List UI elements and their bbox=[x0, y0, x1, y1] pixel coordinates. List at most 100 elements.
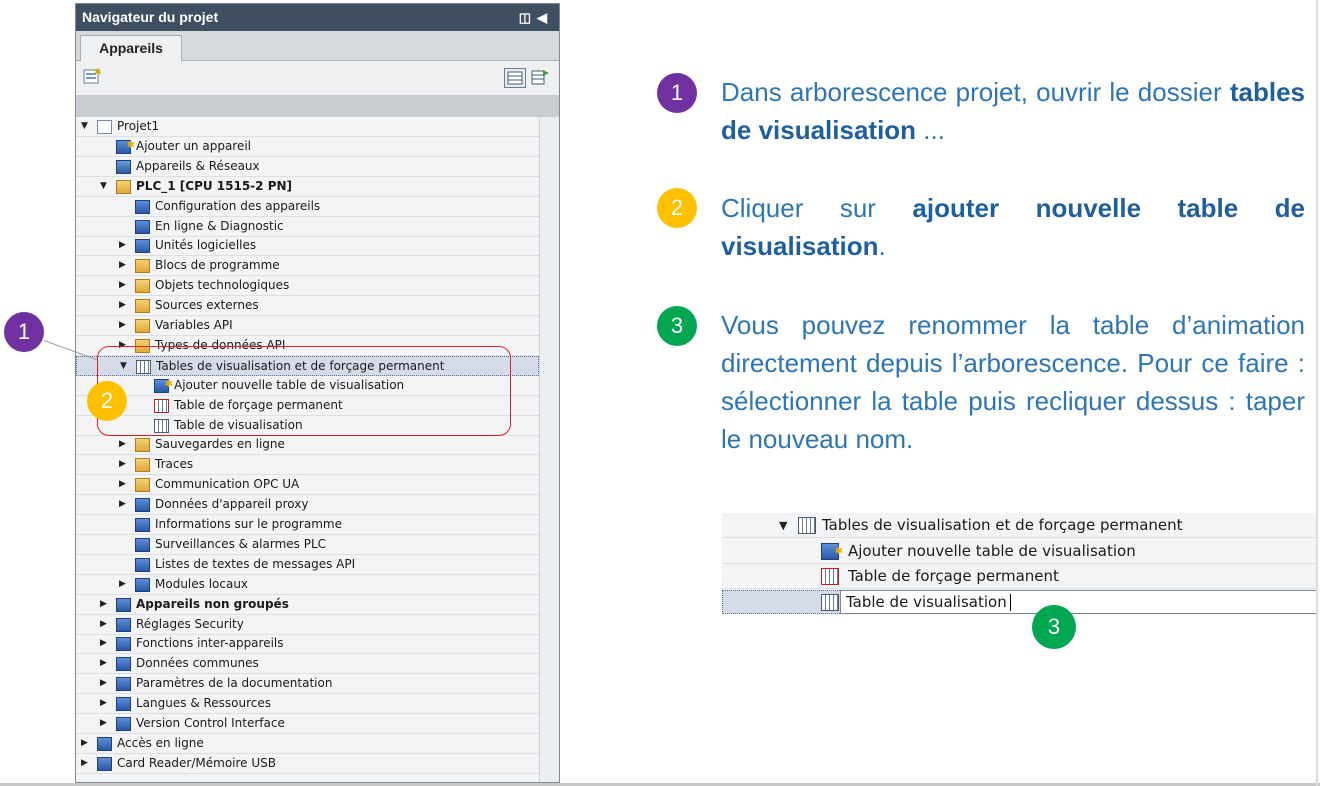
tree-item-label: Listes de textes de messages API bbox=[155, 556, 356, 571]
device-config-icon bbox=[135, 199, 150, 214]
expand-arrow-icon[interactable]: ▶ bbox=[100, 674, 110, 693]
tree-item-label: Sources externes bbox=[155, 298, 259, 313]
folder-icon bbox=[135, 319, 150, 333]
tree-item[interactable]: ▶ Fonctions inter-appareils bbox=[76, 634, 539, 655]
tree-item[interactable]: En ligne & Diagnostic bbox=[76, 217, 539, 237]
step-1-end: ... bbox=[916, 115, 945, 145]
expand-arrow-icon[interactable]: ▼ bbox=[779, 513, 789, 538]
navigator-toolbar: ✱ bbox=[76, 61, 559, 95]
expand-arrow-icon[interactable]: ▶ bbox=[119, 276, 129, 295]
navigator-tabbar: Appareils bbox=[76, 31, 559, 62]
grid-sync-icon[interactable] bbox=[530, 68, 550, 86]
collapse-arrow-icon[interactable]: ▼ bbox=[100, 177, 110, 196]
tree-item[interactable]: Appareils & Réseaux bbox=[76, 157, 539, 177]
proxy-icon bbox=[135, 498, 150, 513]
tree-item[interactable]: ▶ Accès en ligne bbox=[76, 734, 539, 754]
folder-icon bbox=[135, 299, 150, 314]
expand-arrow-icon[interactable]: ▶ bbox=[119, 455, 129, 474]
force-table-icon bbox=[821, 568, 839, 585]
tree-item[interactable]: ▶ Unités logicielles bbox=[76, 236, 539, 257]
tree-item[interactable]: ▶ Sauvegardes en ligne bbox=[76, 435, 539, 456]
expand-arrow-icon[interactable]: ▶ bbox=[81, 734, 91, 753]
tree-item[interactable]: ▶ Paramètres de la documentation bbox=[76, 674, 539, 695]
online-access-icon bbox=[97, 736, 112, 751]
detail-force-row[interactable]: Table de forçage permanent bbox=[722, 564, 1317, 589]
expand-arrow-icon[interactable]: ▶ bbox=[119, 236, 129, 255]
tree-item[interactable]: ▶ Blocs de programme bbox=[76, 256, 539, 277]
rename-input[interactable]: Table de visualisation bbox=[840, 590, 1317, 614]
project-tree: ▼ Projet1 ✱ Ajouter un appareil Appareils & … bbox=[76, 117, 559, 782]
expand-arrow-icon[interactable]: ▶ bbox=[119, 575, 129, 594]
card-reader-icon bbox=[97, 756, 112, 771]
add-device-toolbar-icon[interactable]: ✱ bbox=[82, 67, 102, 85]
tree-item[interactable]: Informations sur le programme bbox=[76, 515, 539, 535]
alarms-icon bbox=[135, 537, 150, 552]
highlight-frame bbox=[97, 346, 511, 436]
collapse-panel-icon[interactable]: ◫◀ bbox=[519, 4, 553, 31]
folder-icon bbox=[135, 438, 150, 453]
tree-item[interactable]: Surveillances & alarmes PLC bbox=[76, 535, 539, 555]
watch-folder-icon bbox=[798, 517, 816, 534]
navigator-title-bar: Navigateur du projet ◫◀ bbox=[76, 4, 559, 31]
tree-item[interactable]: ▶ Sources externes bbox=[76, 296, 539, 317]
tree-item-label: Variables API bbox=[155, 318, 233, 332]
expand-arrow-icon[interactable]: ▶ bbox=[119, 495, 129, 514]
tree-item-label: Données d'appareil proxy bbox=[155, 497, 309, 512]
tree-item[interactable]: ▶ Réglages Security bbox=[76, 615, 539, 635]
expand-arrow-icon[interactable]: ▶ bbox=[119, 316, 129, 335]
navigator-header-strip bbox=[76, 95, 559, 117]
tree-item[interactable]: ▶ Version Control Interface bbox=[76, 714, 539, 734]
expand-arrow-icon[interactable]: ▶ bbox=[119, 256, 129, 275]
navigator-title: Navigateur du projet bbox=[82, 9, 219, 25]
tree-item[interactable]: ▶ Card Reader/Mémoire USB bbox=[76, 754, 539, 774]
rename-input-text: Table de visualisation bbox=[846, 591, 1011, 613]
expand-arrow-icon[interactable]: ▶ bbox=[119, 475, 129, 494]
tab-appareils[interactable]: Appareils bbox=[80, 35, 182, 62]
callout-badge-2: 2 bbox=[87, 381, 127, 421]
tree-item[interactable]: ▼ PLC_1 [CPU 1515-2 PN] bbox=[76, 177, 539, 197]
tree-item[interactable]: ▶ Traces bbox=[76, 455, 539, 476]
tree-item[interactable]: ▶ Variables API bbox=[76, 316, 539, 336]
expand-arrow-icon[interactable]: ▶ bbox=[100, 595, 110, 614]
expand-arrow-icon[interactable]: ▶ bbox=[100, 615, 110, 634]
tree-item[interactable]: ▶ Langues & Ressources bbox=[76, 694, 539, 715]
tree-item[interactable]: ✱ Ajouter un appareil bbox=[76, 137, 539, 157]
documentation-icon bbox=[116, 677, 131, 692]
step-1-text: Dans arborescence projet, ouvrir le doss… bbox=[721, 73, 1305, 149]
tree-item[interactable]: ▶ Communication OPC UA bbox=[76, 475, 539, 496]
tree-item[interactable]: ▶ Appareils non groupés bbox=[76, 595, 539, 615]
expand-arrow-icon[interactable]: ▶ bbox=[100, 634, 110, 653]
expand-arrow-icon[interactable]: ▶ bbox=[100, 714, 110, 733]
step-badge-2: 2 bbox=[657, 188, 697, 228]
star-icon: ✱ bbox=[126, 139, 135, 151]
add-watch-table-icon: ✱ bbox=[821, 543, 843, 560]
step-2-end: . bbox=[878, 231, 886, 261]
detail-add-row[interactable]: ✱ Ajouter nouvelle table de visualisatio… bbox=[722, 539, 1317, 564]
tree-item[interactable]: ▶ Modules locaux bbox=[76, 575, 539, 595]
detail-folder-row[interactable]: ▼ Tables de visualisation et de forçage … bbox=[722, 513, 1317, 538]
expand-arrow-icon[interactable]: ▶ bbox=[119, 296, 129, 315]
star-icon: ✱ bbox=[834, 546, 843, 557]
detail-view-icon[interactable] bbox=[504, 68, 526, 88]
collapse-arrow-icon[interactable]: ▼ bbox=[81, 117, 91, 136]
expand-arrow-icon[interactable]: ▶ bbox=[100, 694, 110, 713]
folder-icon bbox=[135, 279, 150, 294]
tree-item-label: Objets technologiques bbox=[155, 278, 290, 293]
tree-item-label: Paramètres de la documentation bbox=[136, 676, 333, 691]
cross-device-icon bbox=[116, 637, 131, 652]
expand-arrow-icon[interactable]: ▶ bbox=[119, 435, 129, 454]
text-caret bbox=[1009, 594, 1011, 611]
detail-folder-label: Tables de visualisation et de forçage pe… bbox=[822, 516, 1183, 534]
tree-item[interactable]: ▼ Projet1 bbox=[76, 117, 539, 137]
tree-item-label: Traces bbox=[155, 457, 194, 472]
tree-item-label: Communication OPC UA bbox=[155, 477, 300, 492]
tree-item[interactable]: Listes de textes de messages API bbox=[76, 555, 539, 575]
languages-icon bbox=[116, 697, 131, 712]
tree-item-label: Accès en ligne bbox=[117, 735, 204, 750]
expand-arrow-icon[interactable]: ▶ bbox=[81, 754, 91, 773]
tree-item[interactable]: ▶ Données d'appareil proxy bbox=[76, 495, 539, 516]
tree-item[interactable]: ▶ Données communes bbox=[76, 654, 539, 675]
tree-item[interactable]: ▶ Objets technologiques bbox=[76, 276, 539, 297]
expand-arrow-icon[interactable]: ▶ bbox=[100, 654, 110, 673]
tree-item[interactable]: Configuration des appareils bbox=[76, 197, 539, 217]
